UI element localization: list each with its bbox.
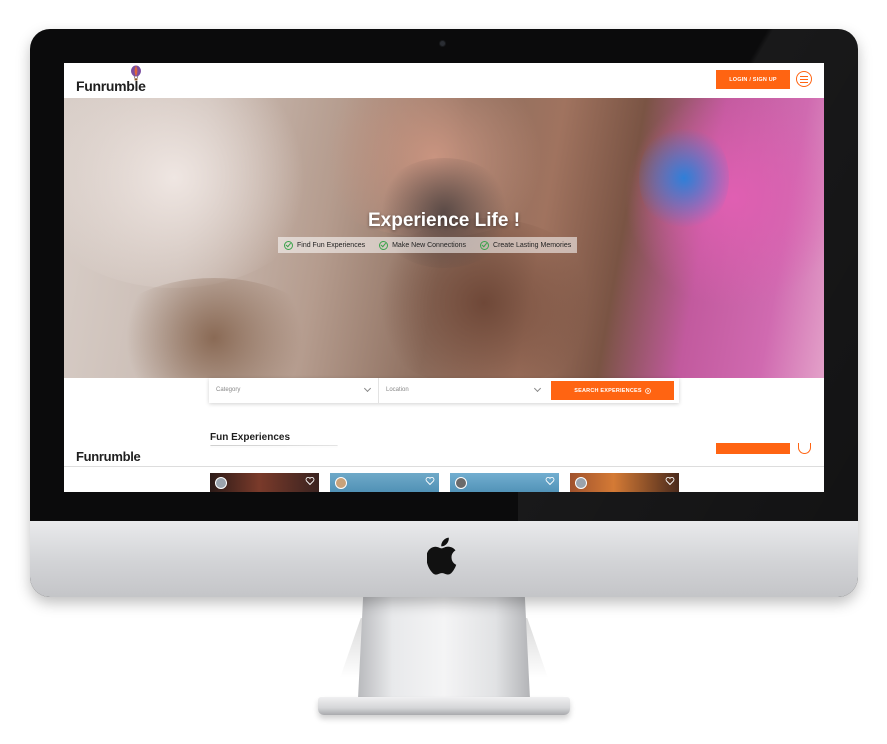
category-placeholder: Category: [216, 387, 241, 393]
feature-item: Create Lasting Memories: [480, 240, 572, 250]
monitor-chin: [30, 521, 858, 597]
feature-label: Make New Connections: [392, 241, 467, 249]
check-circle-icon: [379, 240, 389, 250]
check-circle-icon: [284, 240, 293, 250]
chevron-down-icon: [533, 384, 542, 393]
monitor: Funrumble LOGIN / SIGN UP Experience Lif: [30, 29, 858, 597]
sticky-logo[interactable]: Funrumble: [76, 449, 141, 464]
heart-icon[interactable]: [665, 476, 675, 486]
user-avatar-icon: [215, 477, 227, 489]
balloon-icon: [131, 65, 141, 81]
hero-image: [64, 98, 324, 288]
feature-item: Find Fun Experiences: [284, 240, 366, 250]
hero-title: Experience Life !: [367, 210, 521, 231]
search-experiences-button[interactable]: SEARCH EXPERIENCES: [551, 381, 674, 400]
apple-logo-icon: [427, 537, 457, 575]
experience-card[interactable]: [570, 473, 679, 492]
menu-icon[interactable]: [796, 71, 812, 87]
sticky-menu-icon[interactable]: [798, 443, 811, 454]
user-avatar-icon: [575, 477, 587, 489]
feature-label: Create Lasting Memories: [493, 241, 572, 249]
search-button-label: SEARCH EXPERIENCES: [574, 387, 642, 394]
feature-list: Find Fun Experiences Make New Connection…: [278, 237, 578, 253]
hero-banner: Experience Life ! Find Fun Experiences M…: [64, 98, 824, 378]
check-circle-icon: [480, 240, 490, 250]
monitor-stand: [358, 596, 530, 699]
feature-item: Make New Connections: [379, 240, 467, 250]
experience-card[interactable]: [450, 473, 559, 492]
feature-label: Find Fun Experiences: [297, 241, 366, 249]
camera-icon: [440, 41, 445, 46]
location-placeholder: Location: [386, 387, 409, 393]
location-select[interactable]: Location: [379, 378, 548, 403]
experience-card[interactable]: [210, 473, 319, 492]
experience-card[interactable]: [330, 473, 439, 492]
heart-icon[interactable]: [305, 476, 315, 486]
heart-icon[interactable]: [545, 476, 555, 486]
sticky-header: Funrumble: [64, 443, 824, 467]
chevron-down-icon: [363, 384, 372, 393]
category-select[interactable]: Category: [209, 378, 379, 403]
website-screen: Funrumble LOGIN / SIGN UP Experience Lif: [64, 63, 824, 492]
arrow-circle-icon: [644, 387, 651, 394]
user-avatar-icon: [455, 477, 467, 489]
monitor-base: [318, 697, 570, 715]
user-avatar-icon: [335, 477, 347, 489]
login-signup-button[interactable]: LOGIN / SIGN UP: [716, 70, 790, 89]
section-title: Fun Experiences: [210, 432, 291, 443]
site-header: Funrumble LOGIN / SIGN UP: [64, 63, 824, 98]
heart-icon[interactable]: [425, 476, 435, 486]
search-bar: Category Location SEARCH EXPERIENCES: [209, 378, 679, 403]
sticky-login-button[interactable]: [716, 443, 790, 454]
